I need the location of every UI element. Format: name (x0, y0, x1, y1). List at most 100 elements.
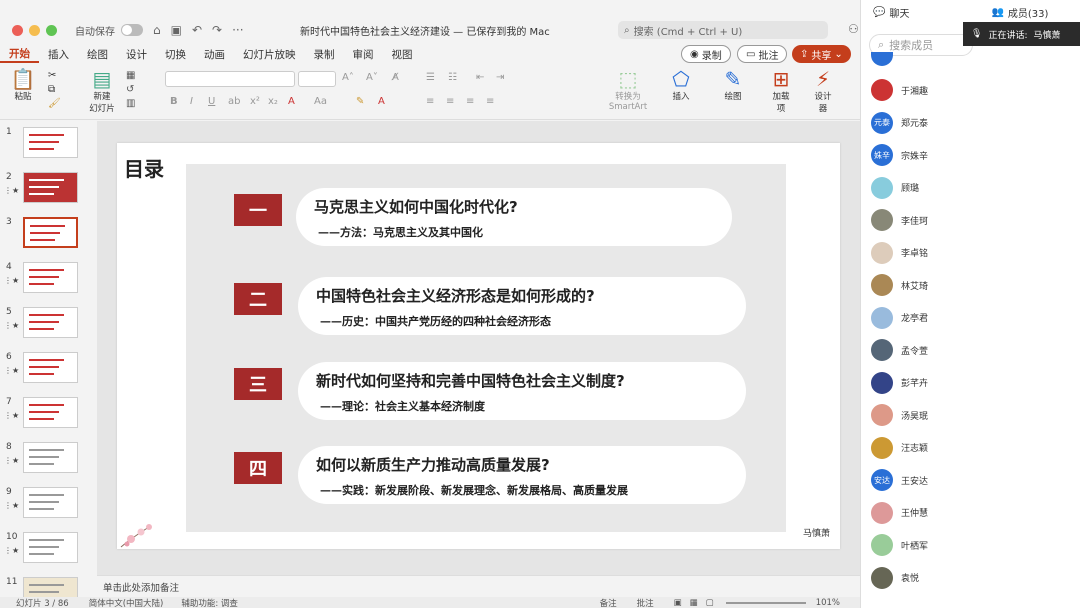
zoom-level[interactable]: 101% (816, 598, 840, 608)
undo-icon[interactable]: ↶ (192, 23, 202, 37)
notes-toggle[interactable]: 备注 (600, 597, 617, 608)
member-item[interactable]: 安达 王安达 (871, 467, 928, 493)
tab-view[interactable]: 视图 (383, 47, 422, 62)
designer-button[interactable]: ⚡ 设计 器 (810, 68, 836, 114)
search-input[interactable]: ⌕ 搜索 (Cmd + Ctrl + U) (618, 21, 828, 39)
thumbnail-11[interactable]: 11 (0, 571, 96, 598)
members-tab[interactable]: 👥 成员(33) (979, 5, 1048, 20)
tab-design[interactable]: 设计 (117, 47, 156, 62)
tab-animations[interactable]: 动画 (195, 47, 234, 62)
bullets-icon[interactable]: ☰ (426, 72, 435, 83)
redo-icon[interactable]: ↷ (212, 23, 222, 37)
font-color-icon[interactable]: A (378, 96, 385, 107)
reset-icon[interactable]: ↺ (126, 84, 134, 95)
save-icon[interactable]: ▣ (171, 23, 182, 37)
thumbnail-5[interactable]: 5 ⋮★ (0, 301, 96, 343)
font-family-select[interactable] (165, 71, 295, 87)
normal-view-icon[interactable]: ▣ (674, 598, 682, 608)
share-people-icon[interactable]: ⚇ (848, 22, 859, 36)
copy-icon[interactable]: ⧉ (48, 84, 55, 95)
thumbnail-8[interactable]: 8 ⋮★ (0, 436, 96, 478)
slide[interactable]: 目录 一 马克思主义如何中国化时代化? ——方法：马克思主义及其中国化二 中国特色社会… (117, 143, 840, 549)
indent-icon[interactable]: ⇥ (496, 72, 504, 83)
member-item[interactable]: 叶栖军 (871, 532, 928, 558)
maximize-window-button[interactable] (46, 24, 57, 36)
autosave-toggle[interactable] (121, 24, 143, 36)
member-item[interactable]: 彭芊卉 (871, 370, 928, 396)
tab-transitions[interactable]: 切换 (156, 47, 195, 62)
member-item[interactable]: 姝辛 宗姝辛 (871, 142, 928, 168)
tab-draw[interactable]: 绘图 (78, 47, 117, 62)
cut-icon[interactable]: ✂ (48, 70, 56, 81)
thumbnail-10[interactable]: 10 ⋮★ (0, 526, 96, 568)
align-right-icon[interactable]: ≡ (466, 96, 474, 107)
strikethrough-icon[interactable]: ab (228, 96, 240, 107)
thumbnail-1[interactable]: 1 (0, 121, 96, 163)
comments-toggle[interactable]: 批注 (637, 597, 654, 608)
member-item[interactable]: 龙亭君 (871, 305, 928, 331)
insert-button[interactable]: ⬠ 插入 (664, 68, 698, 102)
member-item[interactable]: 汪志颖 (871, 435, 928, 461)
close-window-button[interactable] (12, 24, 23, 36)
minimize-window-button[interactable] (29, 24, 40, 36)
record-button[interactable]: ◉ 录制 (681, 45, 731, 63)
text-effects-icon[interactable]: A (288, 96, 295, 107)
draw-button[interactable]: ✎ 绘图 (716, 68, 750, 102)
align-center-icon[interactable]: ≡ (446, 96, 454, 107)
tab-insert[interactable]: 插入 (39, 47, 78, 62)
member-item[interactable]: 汤昊珉 (871, 402, 928, 428)
comment-button[interactable]: ▭ 批注 (737, 45, 788, 63)
superscript-icon[interactable]: x² (250, 96, 260, 107)
thumbnail-2[interactable]: 2 ⋮★ (0, 166, 96, 208)
thumbnail-4[interactable]: 4 ⋮★ (0, 256, 96, 298)
layout-icon[interactable]: ▦ (126, 70, 135, 81)
section-icon[interactable]: ▥ (126, 98, 135, 109)
smartart-button[interactable]: ⬚ 转换为 SmartArt (606, 68, 650, 112)
thumbnail-3[interactable]: 3 (0, 211, 96, 253)
member-item[interactable]: 李卓铭 (871, 240, 928, 266)
tab-home[interactable]: 开始 (0, 46, 39, 63)
tab-record[interactable]: 录制 (305, 47, 344, 62)
member-item[interactable]: 王仲慧 (871, 500, 928, 526)
member-item[interactable]: 孟令萱 (871, 337, 928, 363)
justify-icon[interactable]: ≡ (486, 96, 494, 107)
subscript-icon[interactable]: x₂ (268, 96, 278, 107)
tab-review[interactable]: 审阅 (344, 47, 383, 62)
bold-icon[interactable]: B (170, 96, 178, 107)
language-status[interactable]: 简体中文(中国大陆) (89, 597, 164, 608)
thumbnail-9[interactable]: 9 ⋮★ (0, 481, 96, 523)
format-painter-icon[interactable]: 🖌 (48, 98, 61, 109)
member-item[interactable]: 元泰 郑元泰 (871, 110, 928, 136)
member-item[interactable]: 于湘趣 (871, 77, 928, 103)
clear-format-icon[interactable]: A̸ (392, 72, 399, 83)
underline-icon[interactable]: U (208, 96, 215, 107)
share-button[interactable]: ⇪ 共享 ⌄ (792, 45, 851, 63)
notes-pane[interactable]: 单击此处添加备注 (97, 575, 860, 595)
more-icon[interactable]: ··· (232, 23, 243, 37)
member-item[interactable]: 林艾琦 (871, 272, 928, 298)
sorter-view-icon[interactable]: ▦ (690, 598, 698, 608)
highlight-icon[interactable]: ✎ (356, 96, 364, 107)
numbering-icon[interactable]: ☷ (448, 72, 457, 83)
home-icon[interactable]: ⌂ (153, 23, 161, 37)
decrease-font-icon[interactable]: A˅ (366, 72, 378, 83)
zoom-slider[interactable] (725, 601, 806, 604)
new-slide-button[interactable]: ▤ 新建 幻灯片 (86, 68, 118, 114)
font-size-select[interactable] (298, 71, 336, 87)
addins-button[interactable]: ⊞ 加载 项 (768, 68, 794, 114)
italic-icon[interactable]: I (190, 96, 193, 107)
thumbnail-7[interactable]: 7 ⋮★ (0, 391, 96, 433)
paste-button[interactable]: 📋 粘贴 (8, 68, 38, 102)
thumbnail-6[interactable]: 6 ⋮★ (0, 346, 96, 388)
outdent-icon[interactable]: ⇤ (476, 72, 484, 83)
accessibility-status[interactable]: 辅助功能: 调查 (181, 597, 238, 608)
reading-view-icon[interactable]: ▢ (706, 598, 714, 608)
member-item[interactable]: 顾璐 (871, 175, 919, 201)
chat-tab[interactable]: 💬 聊天 (861, 5, 909, 20)
member-item[interactable]: 李佳珂 (871, 207, 928, 233)
member-item[interactable]: 袁悦 (871, 565, 919, 591)
align-left-icon[interactable]: ≡ (426, 96, 434, 107)
increase-font-icon[interactable]: A˄ (342, 72, 354, 83)
tab-slideshow[interactable]: 幻灯片放映 (234, 47, 305, 62)
char-spacing-icon[interactable]: Aa (314, 96, 327, 107)
